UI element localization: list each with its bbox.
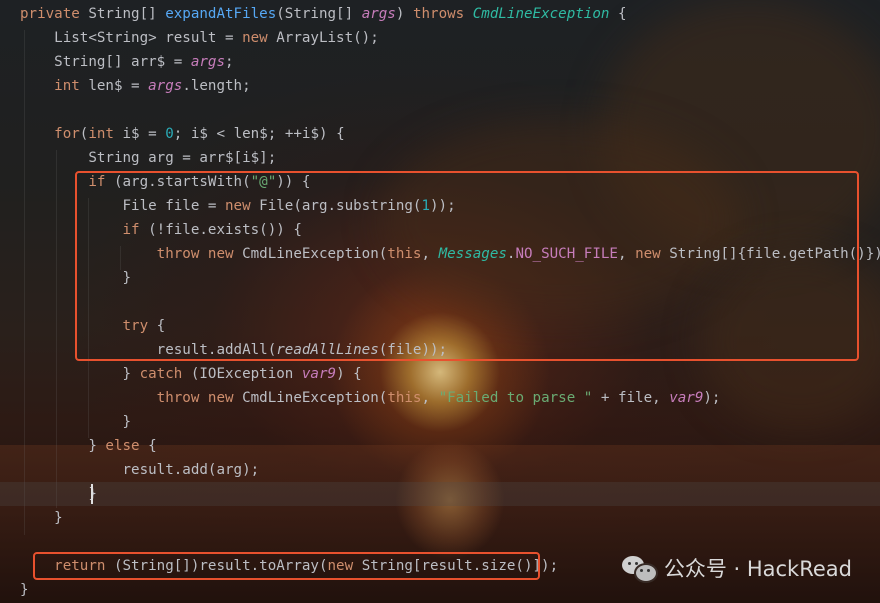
code-token: expandAtFiles [165, 6, 277, 22]
code-token: args [190, 54, 226, 70]
code-token: } [20, 414, 132, 430]
code-token: var9 [669, 390, 704, 406]
code-token: "Failed to parse " [438, 390, 593, 406]
code-token: int [88, 126, 123, 142]
code-token: 0 [165, 126, 174, 142]
code-line-22[interactable]: } [20, 506, 63, 530]
code-editor[interactable]: private String[] expandAtFiles(String[] … [0, 0, 880, 603]
code-line-2[interactable]: List<String> result = new ArrayList(); [20, 26, 379, 50]
code-token: result.add(arg); [20, 462, 260, 478]
highlight-box-return-statement [33, 552, 540, 580]
code-token: } [20, 438, 106, 454]
code-line-17[interactable]: throw new CmdLineException(this, "Failed… [20, 386, 721, 410]
code-token: CmdLineException [472, 6, 610, 22]
code-token: this [387, 390, 422, 406]
code-token: args [361, 6, 396, 22]
watermark-text: 公众号 · HackRead [663, 557, 852, 581]
code-token: i$ = [122, 126, 166, 142]
code-token: ) [395, 6, 413, 22]
code-line-21[interactable]: } [20, 482, 97, 506]
code-token: for [54, 126, 80, 142]
highlight-box-at-file-handling [75, 171, 859, 361]
wechat-icon [621, 554, 658, 583]
code-token: String[] arr$ = [20, 54, 191, 70]
code-line-6[interactable]: for(int i$ = 0; i$ < len$; ++i$) { [20, 122, 345, 146]
code-token: { [609, 6, 627, 22]
code-token: ) { [336, 366, 362, 382]
code-line-1[interactable]: private String[] expandAtFiles(String[] … [20, 2, 627, 26]
code-token: private [20, 6, 89, 22]
code-token: } [20, 510, 63, 526]
code-token: int [54, 78, 89, 94]
code-line-16[interactable]: } catch (IOException var9) { [20, 362, 362, 386]
code-token: throw new [156, 390, 243, 406]
code-token: String[] [88, 6, 166, 22]
code-token: } [20, 582, 29, 598]
code-token: { [148, 438, 157, 454]
code-token: ; [225, 54, 234, 70]
code-token: len$ = [88, 78, 149, 94]
code-token: CmdLineException( [242, 390, 388, 406]
code-token: String arg = arr$[i$]; [20, 150, 277, 166]
code-token: (String[] [276, 6, 362, 22]
code-token: + file, [592, 390, 670, 406]
code-token: List<String> result = [20, 30, 243, 46]
code-token: ; i$ < len$; ++i$) { [173, 126, 345, 142]
code-token: new [242, 30, 277, 46]
code-line-25[interactable]: } [20, 578, 29, 602]
code-token: .length; [182, 78, 251, 94]
code-token: var9 [301, 366, 337, 382]
code-token: else [105, 438, 149, 454]
code-line-19[interactable]: } else { [20, 434, 157, 458]
code-line-18[interactable]: } [20, 410, 131, 434]
code-line-4[interactable]: int len$ = args.length; [20, 74, 251, 98]
code-token: catch [139, 366, 191, 382]
code-token: (IOException [190, 366, 302, 382]
code-token: , [421, 390, 439, 406]
code-line-3[interactable]: String[] arr$ = args; [20, 50, 234, 74]
code-token: ); [703, 390, 721, 406]
current-line-highlight [0, 482, 880, 506]
text-caret [91, 484, 93, 504]
watermark: 公众号 · HackRead [621, 553, 852, 583]
code-token: ArrayList(); [276, 30, 379, 46]
code-token: } [20, 366, 140, 382]
code-line-7[interactable]: String arg = arr$[i$]; [20, 146, 276, 170]
code-token: } [20, 486, 97, 502]
code-token: args [148, 78, 183, 94]
code-line-20[interactable]: result.add(arg); [20, 458, 259, 482]
code-token: throws [412, 6, 473, 22]
